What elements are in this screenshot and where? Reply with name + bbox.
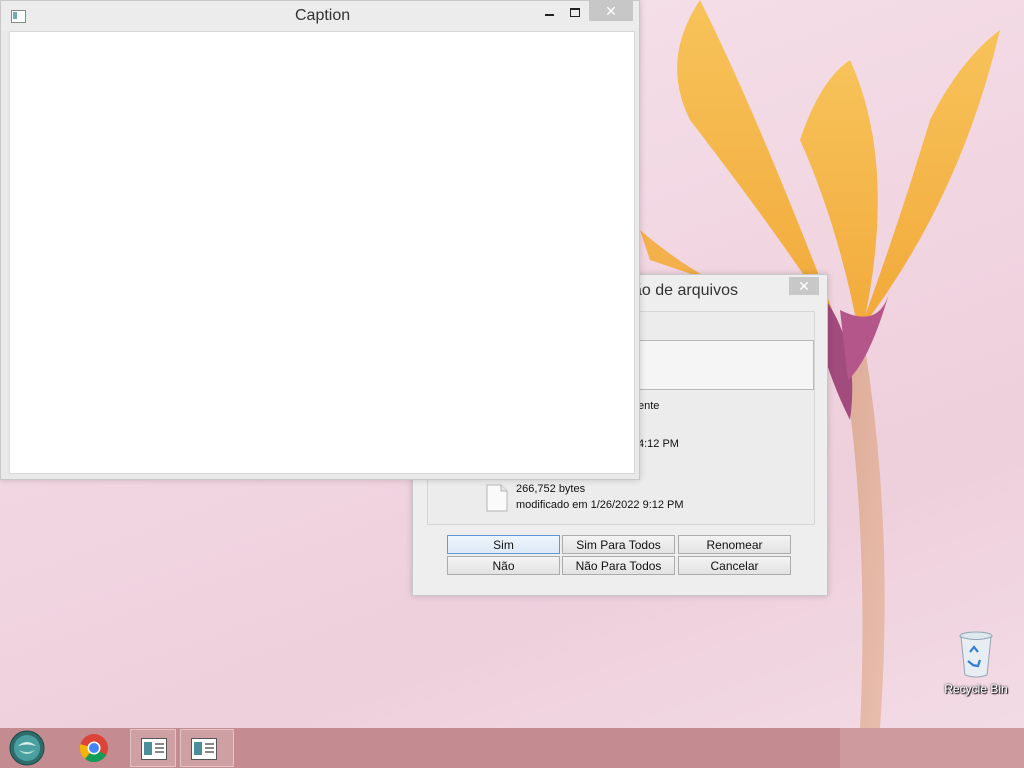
yes-to-all-button[interactable]: Sim Para Todos [562,535,675,554]
maximize-icon[interactable] [567,5,583,21]
recycle-bin-label: Recycle Bin [944,682,1008,696]
cancel-button[interactable]: Cancelar [678,556,791,575]
start-orb-icon [9,730,45,766]
rename-button[interactable]: Renomear [678,535,791,554]
caption-titlebar[interactable]: Caption ✕ [1,1,639,31]
chrome-taskbar-button[interactable] [74,728,116,768]
new-file-size: 266,752 bytes [516,483,586,495]
chrome-icon [79,734,108,763]
recycle-bin-icon [959,631,993,678]
close-icon: ✕ [605,3,617,19]
caption-window: Caption ✕ [0,0,640,480]
taskbar-window-button-1[interactable] [130,729,176,767]
taskbar-band [0,728,840,768]
close-button[interactable]: ✕ [589,1,633,21]
yes-button[interactable]: Sim [447,535,560,554]
dialog-close-button[interactable]: ✕ [789,277,819,295]
recycle-bin-desktop-icon[interactable]: Recycle Bin [940,630,1012,702]
existing-file-modified: 4:12 PM [638,438,679,450]
close-icon: ✕ [798,278,810,294]
caption-window-title: Caption [295,7,351,24]
taskbar [0,728,1024,768]
taskbar-window-button-2[interactable] [180,729,234,767]
window-app-icon [191,738,217,760]
window-app-icon [141,738,167,760]
existing-file-label: ente [638,400,660,412]
no-to-all-button[interactable]: Não Para Todos [562,556,675,575]
dialog-title: ão de arquivos [633,282,738,299]
new-file-modified: modificado em 1/26/2022 9:12 PM [516,499,684,511]
caption-client-area[interactable] [9,31,635,474]
app-window-icon[interactable] [11,10,26,23]
file-icon [486,484,508,512]
start-button[interactable] [6,728,48,768]
minimize-icon[interactable] [541,5,557,21]
no-button[interactable]: Não [447,556,560,575]
